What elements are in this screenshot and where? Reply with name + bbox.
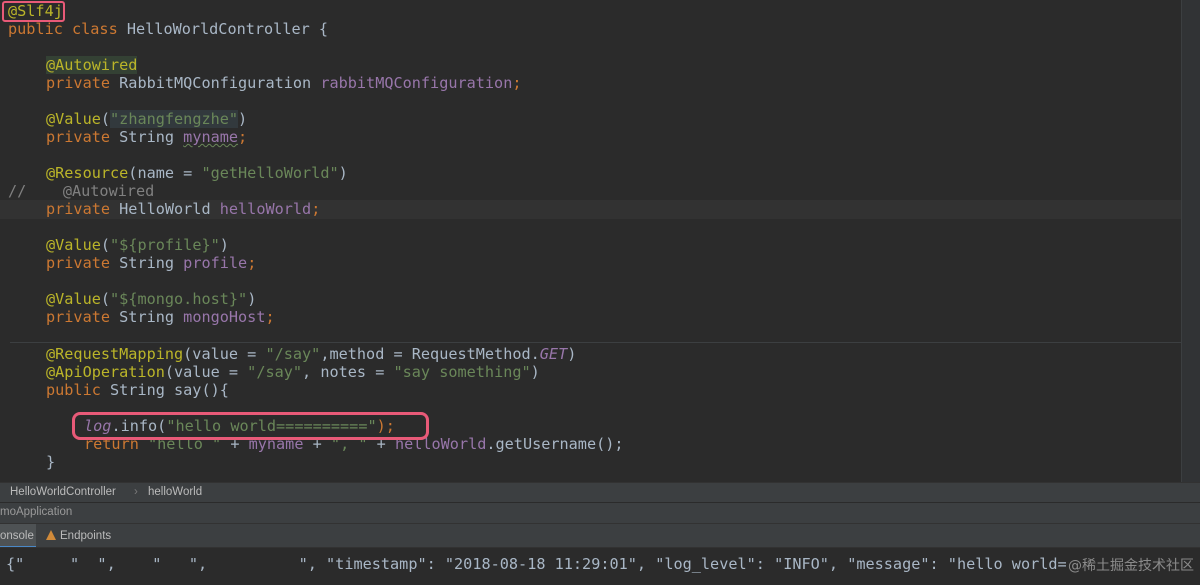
- annotation-resource: @Resource(name = "getHelloWorld"): [46, 164, 348, 182]
- highlight-box-slf4j: [2, 1, 65, 22]
- console-log-line: {" " ", " ", ", "timestamp": "2018-08-18…: [6, 555, 1067, 573]
- tool-window-tabs: onsole Endpoints: [0, 523, 1200, 548]
- breadcrumb-member[interactable]: helloWorld: [148, 486, 202, 498]
- tab-console[interactable]: onsole: [0, 524, 36, 548]
- run-config-label[interactable]: moApplication: [0, 506, 72, 518]
- code-editor[interactable]: @Slf4j public class HelloWorldController…: [0, 0, 1200, 482]
- annotation-requestmapping: @RequestMapping(value = "/say",method = …: [46, 345, 577, 363]
- field-rabbitmq: private RabbitMQConfiguration rabbitMQCo…: [46, 74, 522, 92]
- breadcrumb-separator: ›: [134, 486, 138, 498]
- field-helloworld: private HelloWorld helloWorld;: [46, 200, 321, 218]
- breadcrumb-class[interactable]: HelloWorldController: [10, 486, 116, 498]
- method-signature: public String say(){: [46, 381, 229, 399]
- tab-endpoints[interactable]: Endpoints: [42, 524, 111, 548]
- annotation-apioperation: @ApiOperation(value = "/say", notes = "s…: [46, 363, 540, 381]
- field-mongohost: private String mongoHost;: [46, 308, 275, 326]
- annotation-value-name: @Value("zhangfengzhe"): [46, 110, 248, 128]
- field-profile: private String profile;: [46, 254, 257, 272]
- editor-scrollbar[interactable]: [1181, 0, 1200, 482]
- annotation-autowired: @Autowired: [46, 56, 138, 74]
- highlight-box-log: [72, 412, 429, 440]
- console-output[interactable]: {" " ", " ", ", "timestamp": "2018-08-18…: [0, 547, 1200, 585]
- watermark: @稀土掘金技术社区: [1068, 558, 1194, 574]
- field-myname: private String myname;: [46, 128, 248, 146]
- annotation-value-profile: @Value("${profile}"): [46, 236, 229, 254]
- annotation-value-mongo: @Value("${mongo.host}"): [46, 290, 257, 308]
- endpoints-icon: [46, 530, 56, 540]
- commented-autowired: // @Autowired: [8, 182, 155, 200]
- run-config-bar: moApplication: [0, 502, 1200, 523]
- method-separator: [10, 342, 1182, 343]
- class-declaration: public class HelloWorldController {: [8, 20, 329, 38]
- closing-brace: }: [46, 453, 56, 471]
- breadcrumb: HelloWorldController › helloWorld: [0, 482, 1200, 502]
